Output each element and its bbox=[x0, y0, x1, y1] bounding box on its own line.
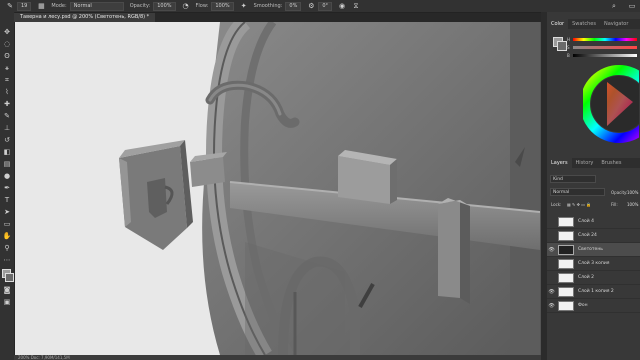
history-brush-tool-icon[interactable]: ↺ bbox=[2, 136, 12, 145]
zoom-tool-icon[interactable]: ⚲ bbox=[2, 244, 12, 253]
crop-tool-icon[interactable]: ⌗ bbox=[2, 76, 12, 85]
status-bar: 200% Doc: 7,90M/141,5M bbox=[14, 355, 541, 360]
path-selection-tool-icon[interactable]: ➤ bbox=[2, 208, 12, 217]
layer-row[interactable]: Слой 3 копия bbox=[547, 257, 640, 271]
eye-icon[interactable]: 👁 bbox=[547, 289, 556, 295]
eye-icon[interactable]: 👁 bbox=[547, 247, 556, 253]
lasso-tool-icon[interactable]: ʘ bbox=[2, 52, 12, 61]
tab-navigator[interactable]: Navigator bbox=[600, 19, 632, 29]
symmetry-icon[interactable]: ⧖ bbox=[352, 2, 360, 10]
saturation-slider[interactable] bbox=[573, 46, 637, 49]
layer-name: Слой 1 копия 2 bbox=[578, 289, 614, 294]
pressure-size-icon[interactable]: ◉ bbox=[338, 2, 346, 10]
layer-name: Слой 2 bbox=[578, 275, 594, 280]
tab-brushes[interactable]: Brushes bbox=[597, 158, 625, 168]
dodge-tool-icon[interactable]: ● bbox=[2, 172, 12, 181]
hue-slider-label: H bbox=[567, 37, 571, 42]
mode-select[interactable]: Normal bbox=[69, 1, 124, 11]
layer-thumbnail bbox=[558, 286, 574, 297]
layer-thumbnail bbox=[558, 300, 574, 311]
layer-row[interactable]: Слой 4 bbox=[547, 215, 640, 229]
healing-brush-tool-icon[interactable]: ✚ bbox=[2, 100, 12, 109]
layer-row[interactable]: 👁 Слой 1 копия 2 bbox=[547, 285, 640, 299]
hand-tool-icon[interactable]: ✋ bbox=[2, 232, 12, 241]
eyedropper-tool-icon[interactable]: ⌇ bbox=[2, 88, 12, 97]
layers-panel-tabs: Layers History Brushes bbox=[547, 158, 640, 168]
pen-tool-icon[interactable]: ✒ bbox=[2, 184, 12, 193]
layer-name: Светотень bbox=[578, 247, 603, 252]
layer-thumbnail bbox=[558, 216, 574, 227]
eraser-tool-icon[interactable]: ◧ bbox=[2, 148, 12, 157]
layer-row[interactable]: Слой 2 bbox=[547, 271, 640, 285]
layer-row[interactable]: 👁 Фон bbox=[547, 299, 640, 313]
quick-mask-icon[interactable]: ◙ bbox=[2, 286, 12, 295]
layer-list: Слой 4 Слой 24 👁 Светотень Слой 3 копия … bbox=[547, 215, 640, 313]
layer-name: Фон bbox=[578, 303, 588, 308]
gradient-tool-icon[interactable]: ▤ bbox=[2, 160, 12, 169]
screen-mode-icon[interactable]: ▣ bbox=[2, 298, 12, 307]
magic-wand-tool-icon[interactable]: ⚹ bbox=[2, 64, 12, 73]
tab-layers[interactable]: Layers bbox=[547, 158, 572, 168]
layer-lock-label: Lock: bbox=[551, 202, 562, 207]
layer-filter-kind[interactable]: Kind bbox=[550, 175, 596, 183]
smoothing-field[interactable]: 0% bbox=[285, 1, 302, 11]
document-tab[interactable]: Таверна и лесу.psd @ 200% (Светотень, RG… bbox=[14, 13, 156, 22]
flow-label: Flow: bbox=[195, 3, 209, 9]
clone-stamp-tool-icon[interactable]: ⊥ bbox=[2, 124, 12, 133]
marquee-tool-icon[interactable]: ◌ bbox=[2, 40, 12, 49]
tools-panel: ✥ ◌ ʘ ⚹ ⌗ ⌇ ✚ ✎ ⊥ ↺ ◧ ▤ ● ✒ T ➤ ▭ ✋ ⚲ ⋯ … bbox=[0, 12, 15, 360]
layer-fill-label: Fill: bbox=[611, 202, 618, 207]
document-tab-strip: Таверна и лесу.psd @ 200% (Светотень, RG… bbox=[14, 13, 541, 22]
eye-icon[interactable]: 👁 bbox=[547, 303, 556, 309]
layer-row[interactable]: 👁 Светотень bbox=[547, 243, 640, 257]
layer-blend-mode-select[interactable]: Normal bbox=[550, 188, 605, 196]
tab-history[interactable]: History bbox=[572, 158, 598, 168]
background-color-swatch[interactable] bbox=[557, 41, 567, 51]
background-color-swatch[interactable] bbox=[5, 273, 14, 282]
rectangle-tool-icon[interactable]: ▭ bbox=[2, 220, 12, 229]
layer-thumbnail bbox=[558, 244, 574, 255]
flow-field[interactable]: 100% bbox=[211, 1, 234, 11]
layer-thumbnail bbox=[558, 230, 574, 241]
hue-slider[interactable] bbox=[573, 38, 637, 41]
document-canvas[interactable] bbox=[15, 22, 540, 355]
opacity-label: Opacity: bbox=[129, 3, 151, 9]
layer-opacity-label: Opacity: bbox=[611, 190, 628, 195]
lock-icons[interactable]: ▦ ✎ ✥ ▭ 🔒 bbox=[567, 202, 591, 207]
layer-name: Слой 4 bbox=[578, 219, 594, 224]
layer-fill-field[interactable]: 100% bbox=[627, 202, 638, 207]
layer-thumbnail bbox=[558, 272, 574, 283]
more-tools-icon[interactable]: ⋯ bbox=[2, 256, 12, 265]
workspace-icon[interactable]: ▭ bbox=[628, 2, 636, 10]
gear-icon[interactable]: ⚙ bbox=[307, 2, 315, 10]
layer-opacity-field[interactable]: 100% bbox=[627, 190, 638, 195]
painted-model-artwork bbox=[15, 22, 540, 355]
tab-color[interactable]: Color bbox=[547, 19, 569, 29]
brush-tool-icon[interactable]: ✎ bbox=[2, 112, 12, 121]
pressure-opacity-icon[interactable]: ◔ bbox=[182, 2, 190, 10]
smoothing-label: Smoothing: bbox=[253, 3, 283, 9]
layer-thumbnail bbox=[558, 258, 574, 269]
color-wheel[interactable] bbox=[583, 64, 639, 159]
tab-swatches[interactable]: Swatches bbox=[568, 19, 600, 29]
opacity-field[interactable]: 100% bbox=[153, 1, 176, 11]
search-icon[interactable]: ⌕ bbox=[610, 2, 618, 10]
layer-row[interactable]: Слой 24 bbox=[547, 229, 640, 243]
brightness-slider-label: B bbox=[567, 53, 570, 58]
layer-name: Слой 24 bbox=[578, 233, 597, 238]
mode-label: Mode: bbox=[51, 3, 67, 9]
brush-settings-icon[interactable]: ▦ bbox=[37, 2, 45, 10]
move-tool-icon[interactable]: ✥ bbox=[2, 28, 12, 37]
saturation-slider-label: S bbox=[567, 45, 570, 50]
layer-name: Слой 3 копия bbox=[578, 261, 610, 266]
brush-size-field[interactable]: 19 bbox=[17, 1, 32, 11]
type-tool-icon[interactable]: T bbox=[2, 196, 12, 205]
color-panel-tabs: Color Swatches Navigator bbox=[547, 19, 640, 29]
right-panels: Color Swatches Navigator H S B Layers Hi… bbox=[547, 12, 640, 360]
airbrush-icon[interactable]: ✦ bbox=[240, 2, 248, 10]
brush-tool-icon[interactable]: ✎ bbox=[6, 2, 14, 10]
brightness-slider[interactable] bbox=[573, 54, 637, 57]
angle-field[interactable]: 0° bbox=[318, 1, 333, 11]
